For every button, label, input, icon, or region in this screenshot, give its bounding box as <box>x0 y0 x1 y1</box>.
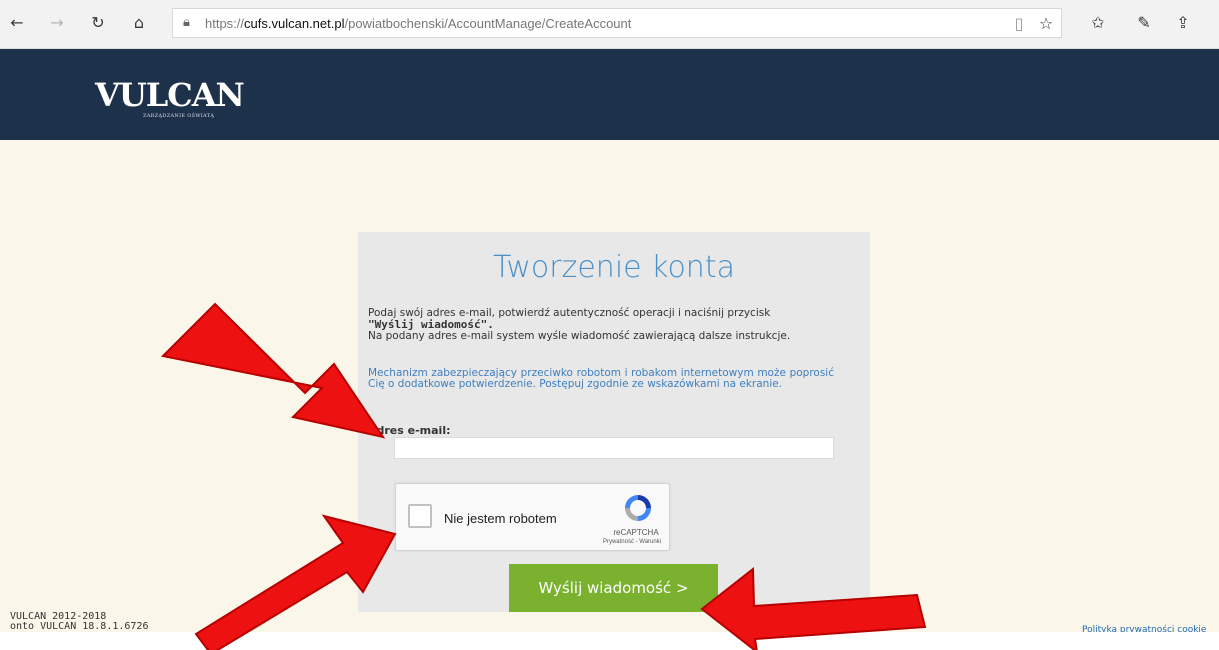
browser-toolbar: ← → ↻ ⌂ 🔒︎ https://cufs.vulcan.net.pl/po… <box>0 0 1219 49</box>
version-text: onto VULCAN 18.8.1.6726 <box>10 621 149 632</box>
instructions-text: Podaj swój adres e-mail, potwierdź auten… <box>368 307 791 342</box>
back-arrow-icon[interactable]: ← <box>6 12 28 34</box>
email-label: Adres e-mail: <box>368 424 451 437</box>
recaptcha-brand: reCAPTCHA <box>613 528 659 537</box>
recaptcha-label: Nie jestem robotem <box>444 511 557 526</box>
refresh-icon[interactable]: ↻ <box>87 12 109 34</box>
page-title: Tworzenie konta <box>493 250 735 285</box>
bottom-margin <box>0 632 1219 650</box>
recaptcha-widget: Nie jestem robotem reCAPTCHA Prywatność … <box>395 483 670 551</box>
create-account-panel <box>358 232 870 612</box>
forward-arrow-icon[interactable]: → <box>46 12 68 34</box>
security-note: Mechanizm zabezpieczający przeciwko robo… <box>368 367 834 390</box>
vulcan-logo[interactable]: VULCAN <box>95 76 245 114</box>
favorite-star-icon[interactable]: ☆ <box>1035 13 1057 35</box>
footer-info: VULCAN 2012-2018 onto VULCAN 18.8.1.6726 <box>10 612 148 632</box>
logo-subtitle: ZARZĄDZANIE OŚWIATĄ <box>143 113 215 119</box>
email-field[interactable] <box>394 437 834 459</box>
send-message-button[interactable]: Wyślij wiadomość > <box>509 564 718 612</box>
home-icon[interactable]: ⌂ <box>128 12 150 34</box>
url-text[interactable]: https://cufs.vulcan.net.pl/powiatbochens… <box>205 16 631 31</box>
address-bar[interactable]: 🔒︎ https://cufs.vulcan.net.pl/powiatboch… <box>172 8 1062 38</box>
pen-icon[interactable]: ✎ <box>1133 12 1155 34</box>
reading-view-icon[interactable]: ▯ <box>1008 13 1030 35</box>
recaptcha-terms-link[interactable]: Prywatność - Warunki <box>594 539 670 545</box>
recaptcha-checkbox[interactable] <box>408 504 432 528</box>
share-icon[interactable]: ⇪ <box>1172 12 1194 34</box>
favorites-list-icon[interactable]: ✩ <box>1087 12 1109 34</box>
lock-icon: 🔒︎ <box>183 15 190 30</box>
recaptcha-icon <box>625 495 651 521</box>
